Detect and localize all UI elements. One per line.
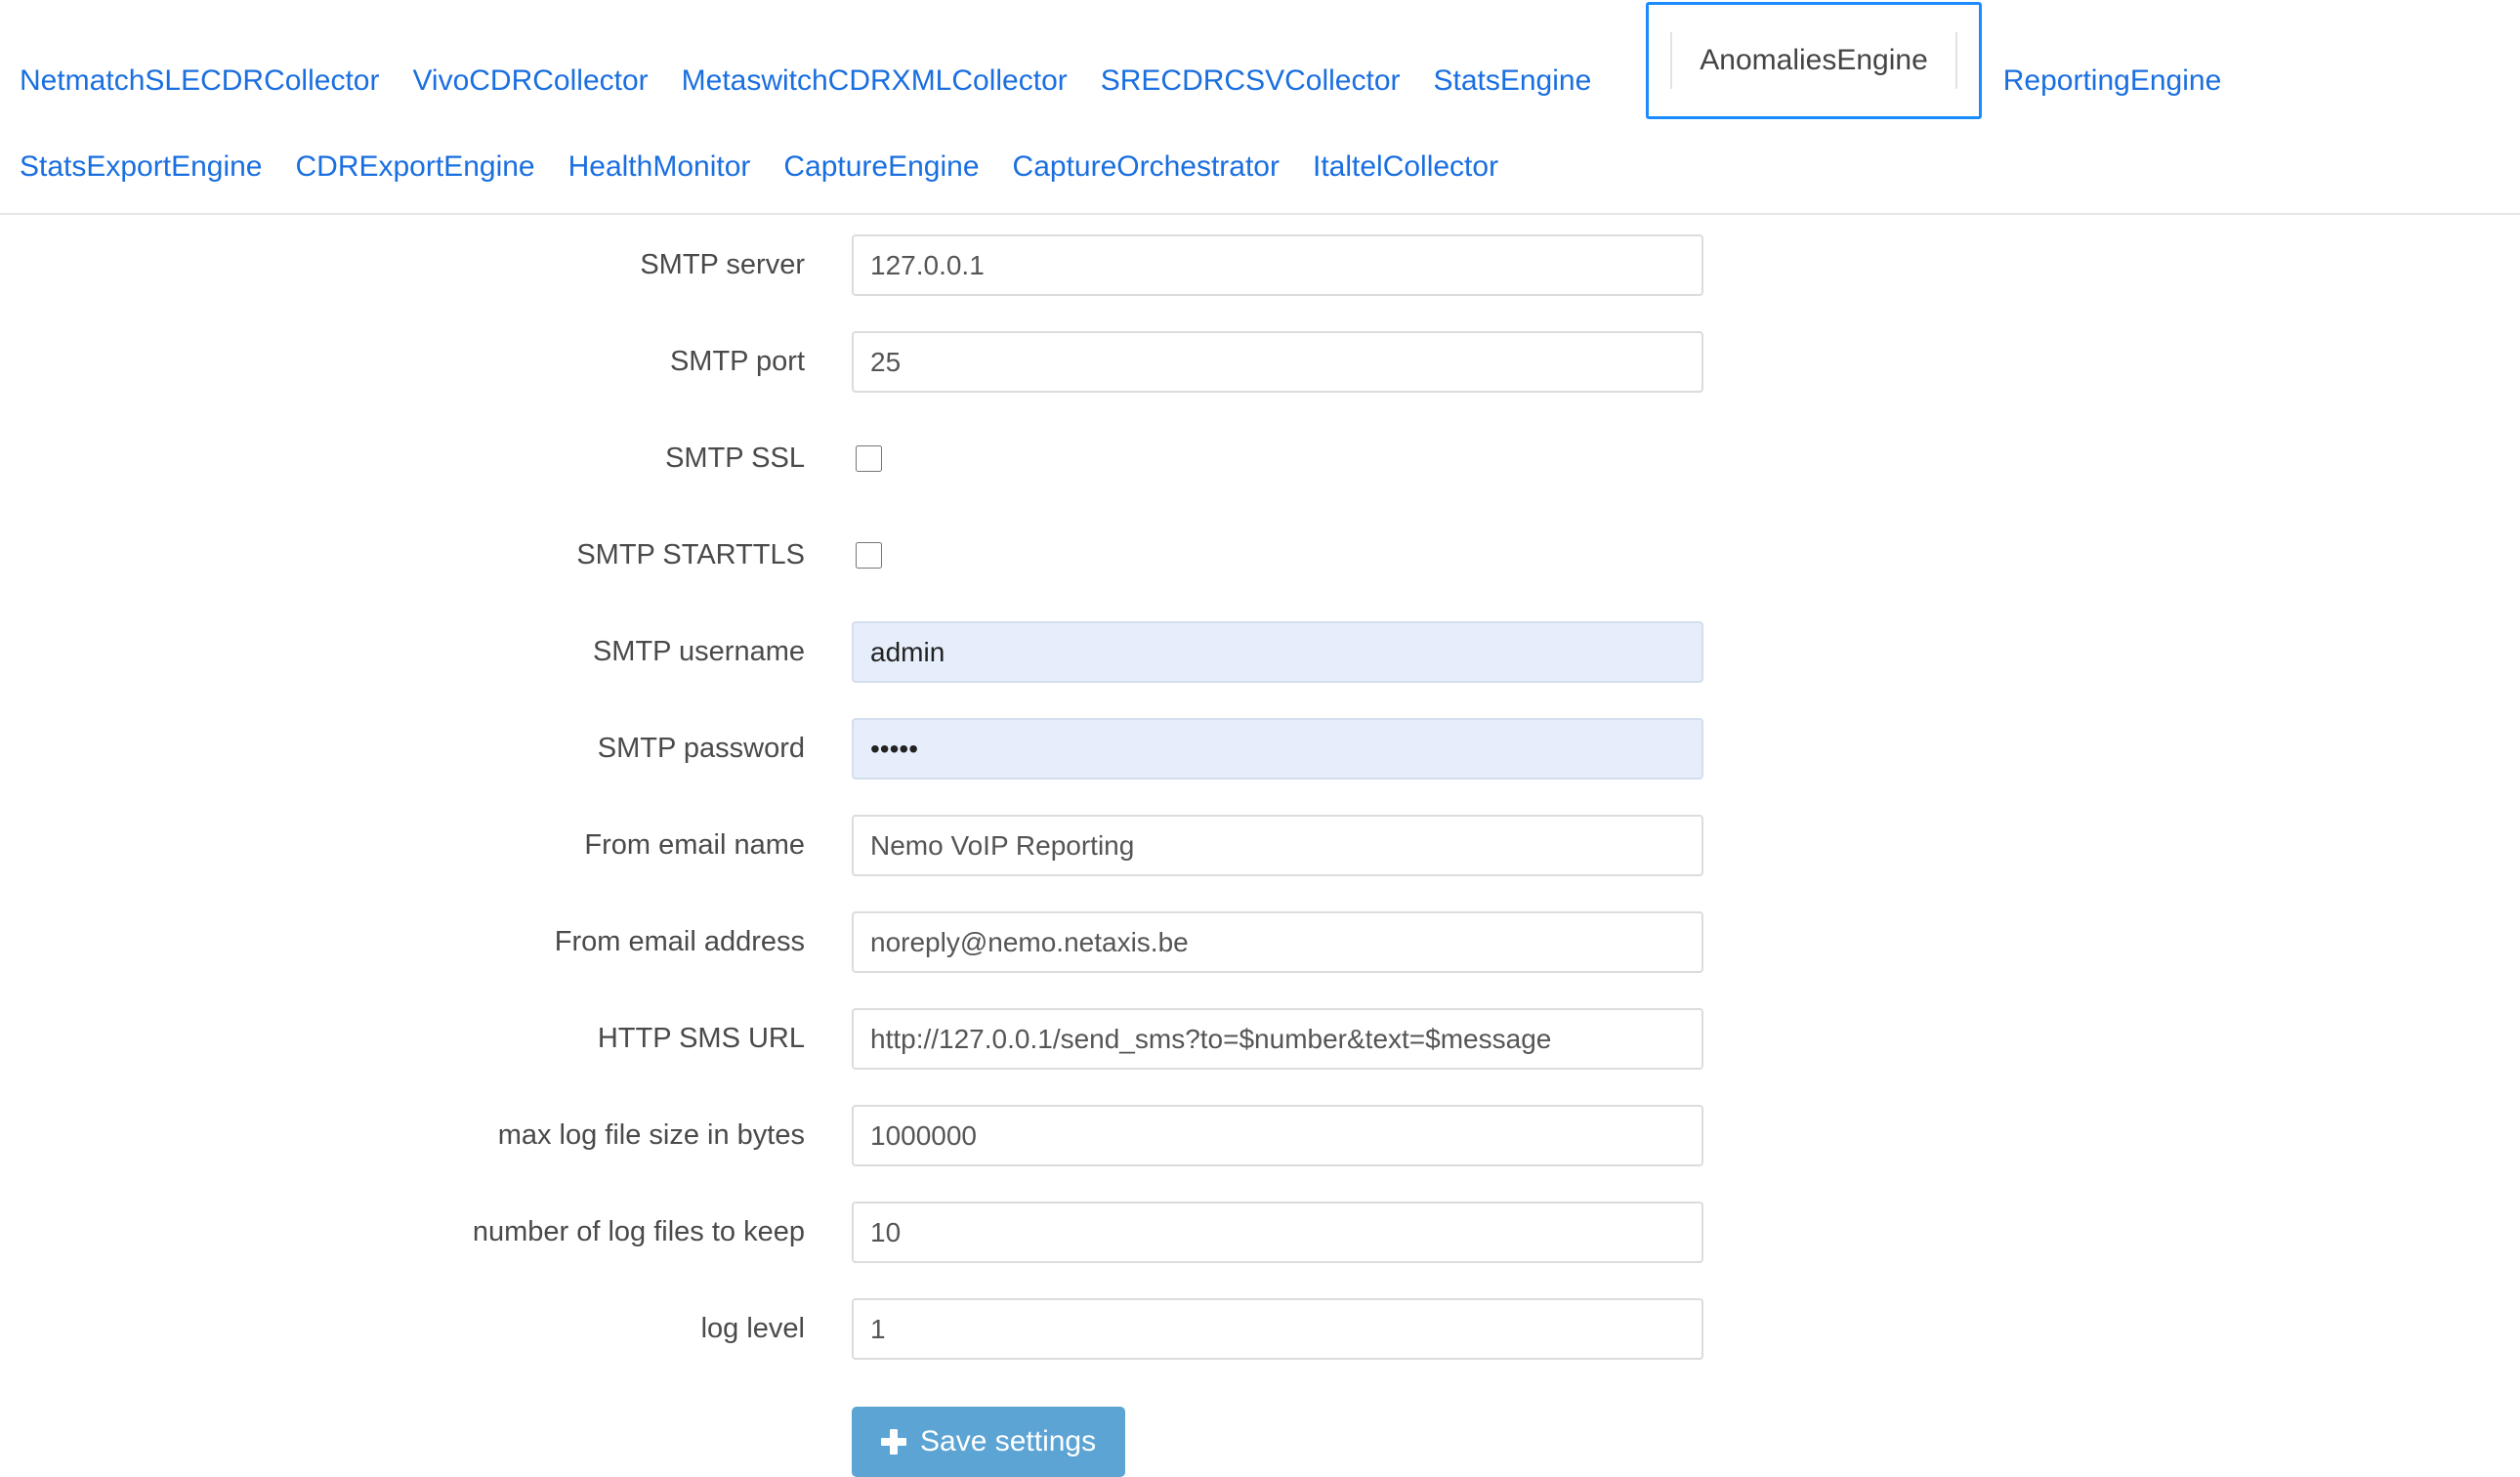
form-row: SMTP port: [0, 331, 2520, 428]
tab-italtelcollector[interactable]: ItaltelCollector: [1313, 152, 1532, 182]
tab-statsexportengine[interactable]: StatsExportEngine: [20, 152, 295, 182]
input-log-level[interactable]: [852, 1298, 1703, 1360]
form-row: SMTP SSL: [0, 428, 2520, 525]
save-row: Save settings: [0, 1395, 2520, 1477]
form-row: SMTP server: [0, 234, 2520, 331]
form-control: [852, 525, 1703, 586]
form-control: [852, 1008, 1703, 1070]
form-label: From email address: [554, 926, 805, 957]
tab-anomaliesengine[interactable]: AnomaliesEngine: [1646, 2, 1982, 119]
form-control: [852, 815, 1703, 876]
form-row: From email address: [0, 911, 2520, 1008]
form-control: [852, 1298, 1703, 1360]
tab-netmatchslecdrcollector[interactable]: NetmatchSLECDRCollector: [20, 65, 412, 96]
form-control: [852, 718, 1703, 780]
tab-healthmonitor[interactable]: HealthMonitor: [568, 152, 784, 182]
save-settings-label: Save settings: [920, 1425, 1097, 1457]
form-row: SMTP username: [0, 621, 2520, 718]
form-control: [852, 428, 1703, 489]
form-label: SMTP port: [669, 346, 805, 377]
tab-cdrexportengine[interactable]: CDRExportEngine: [295, 152, 567, 182]
form-row: HTTP SMS URL: [0, 1008, 2520, 1105]
input-number-of-log-files-to-keep[interactable]: [852, 1202, 1703, 1263]
save-row-spacer: [0, 1407, 852, 1477]
checkbox-smtp-starttls[interactable]: [856, 542, 882, 569]
input-smtp-server[interactable]: [852, 234, 1703, 296]
input-smtp-password[interactable]: [852, 718, 1703, 780]
form-control: [852, 621, 1703, 683]
form-label: SMTP server: [640, 249, 805, 280]
tab-statsengine[interactable]: StatsEngine: [1434, 65, 1625, 96]
checkbox-wrapper: [852, 525, 1703, 586]
form-control: [852, 331, 1703, 393]
form-label: From email name: [584, 829, 805, 861]
form-row: From email name: [0, 815, 2520, 911]
form-label: SMTP SSL: [665, 443, 805, 474]
input-max-log-file-size-in-bytes[interactable]: [852, 1105, 1703, 1166]
input-smtp-username[interactable]: [852, 621, 1703, 683]
tab-vivocdrcollector[interactable]: VivoCDRCollector: [412, 65, 681, 96]
form-row: log level: [0, 1298, 2520, 1395]
form-control: [852, 234, 1703, 296]
form-control: [852, 1105, 1703, 1166]
form-label: SMTP STARTTLS: [576, 539, 805, 570]
checkbox-wrapper: [852, 428, 1703, 489]
form-row: SMTP STARTTLS: [0, 525, 2520, 621]
form-row: max log file size in bytes: [0, 1105, 2520, 1202]
form-row: number of log files to keep: [0, 1202, 2520, 1298]
input-smtp-port[interactable]: [852, 331, 1703, 393]
tab-srecdrcsvcollector[interactable]: SRECDRCSVCollector: [1101, 65, 1434, 96]
tab-reportingengine[interactable]: ReportingEngine: [2003, 65, 2255, 96]
tab-metaswitchcdrxmlcollector[interactable]: MetaswitchCDRXMLCollector: [682, 65, 1101, 96]
engine-tab-list: NetmatchSLECDRCollector VivoCDRCollector M…: [0, 0, 2520, 215]
form-control: [852, 1202, 1703, 1263]
form-label: SMTP username: [592, 636, 805, 667]
form-label: SMTP password: [597, 733, 805, 764]
form-label: max log file size in bytes: [497, 1119, 805, 1151]
input-http-sms-url[interactable]: [852, 1008, 1703, 1070]
save-settings-button[interactable]: Save settings: [852, 1407, 1126, 1477]
input-from-email-name[interactable]: [852, 815, 1703, 876]
engine-tab-bar: NetmatchSLECDRCollector VivoCDRCollector M…: [0, 0, 2520, 215]
checkbox-smtp-ssl[interactable]: [856, 445, 882, 472]
plus-icon: [881, 1429, 906, 1455]
form-label: number of log files to keep: [472, 1216, 805, 1247]
tab-captureorchestrator[interactable]: CaptureOrchestrator: [1013, 152, 1313, 182]
tab-captureengine[interactable]: CaptureEngine: [783, 152, 1012, 182]
form-label: log level: [700, 1313, 805, 1344]
settings-form: SMTP server SMTP port SMTP SSL SMTP STARTTL…: [0, 215, 2520, 1477]
form-row: SMTP password: [0, 718, 2520, 815]
form-control: [852, 911, 1703, 973]
form-label: HTTP SMS URL: [597, 1023, 805, 1054]
input-from-email-address[interactable]: [852, 911, 1703, 973]
